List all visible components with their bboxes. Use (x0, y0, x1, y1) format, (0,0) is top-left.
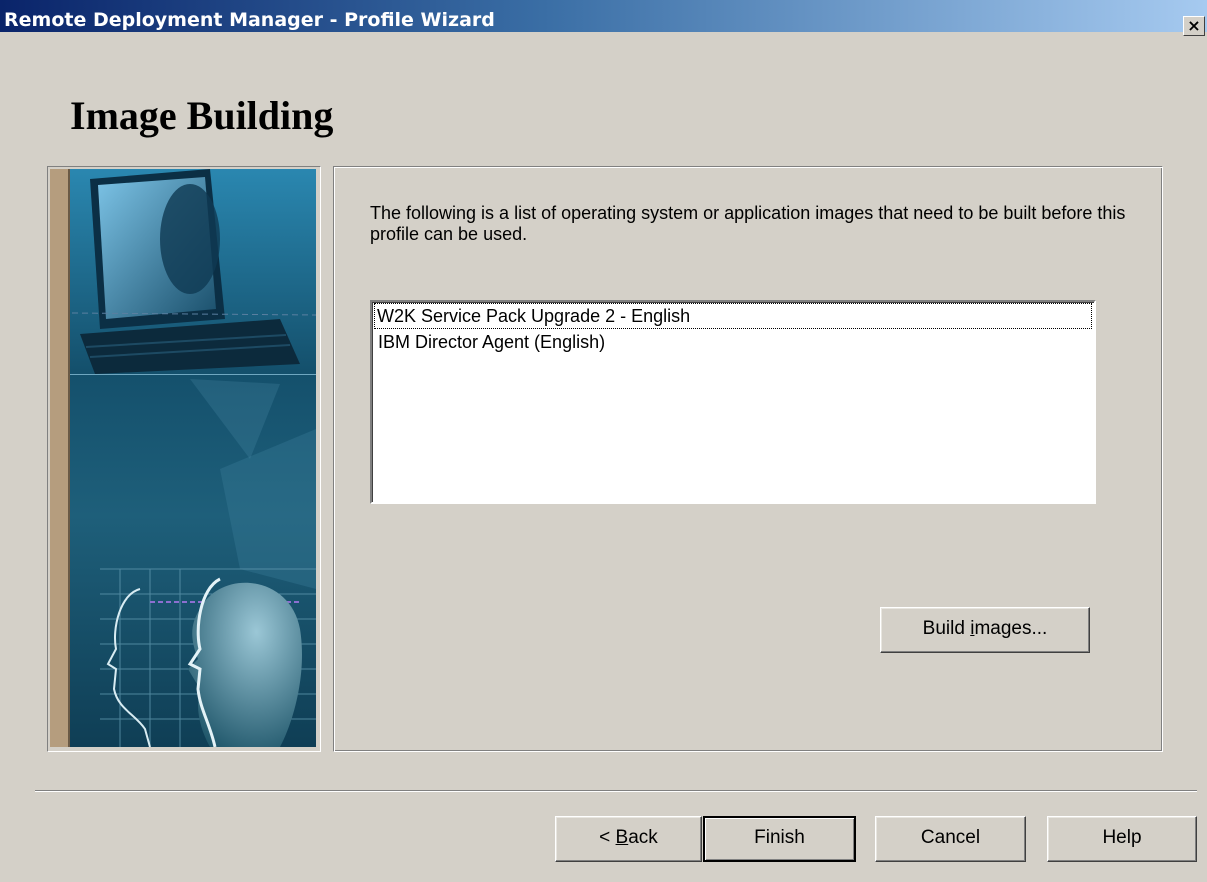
window-title: Remote Deployment Manager - Profile Wiza… (4, 9, 495, 31)
wizard-artwork-panel (47, 166, 321, 752)
back-button[interactable]: < Back (555, 816, 702, 862)
content-panel: The following is a list of operating sys… (333, 166, 1163, 752)
cancel-button[interactable]: Cancel (875, 816, 1026, 862)
footer-separator (35, 790, 1197, 792)
close-button[interactable]: × (1183, 16, 1205, 36)
wizard-artwork-image (50, 169, 316, 747)
close-icon: × (1187, 16, 1201, 35)
finish-button[interactable]: Finish (703, 816, 856, 862)
list-item[interactable]: W2K Service Pack Upgrade 2 - English (374, 303, 1092, 329)
list-item[interactable]: IBM Director Agent (English) (372, 329, 1094, 355)
help-button[interactable]: Help (1047, 816, 1197, 862)
title-bar: Remote Deployment Manager - Profile Wiza… (0, 0, 1207, 38)
description-text: The following is a list of operating sys… (370, 203, 1126, 244)
build-images-button[interactable]: Build images... (880, 607, 1090, 653)
images-listbox[interactable]: W2K Service Pack Upgrade 2 - English IBM… (370, 300, 1096, 504)
page-heading: Image Building (70, 93, 334, 138)
